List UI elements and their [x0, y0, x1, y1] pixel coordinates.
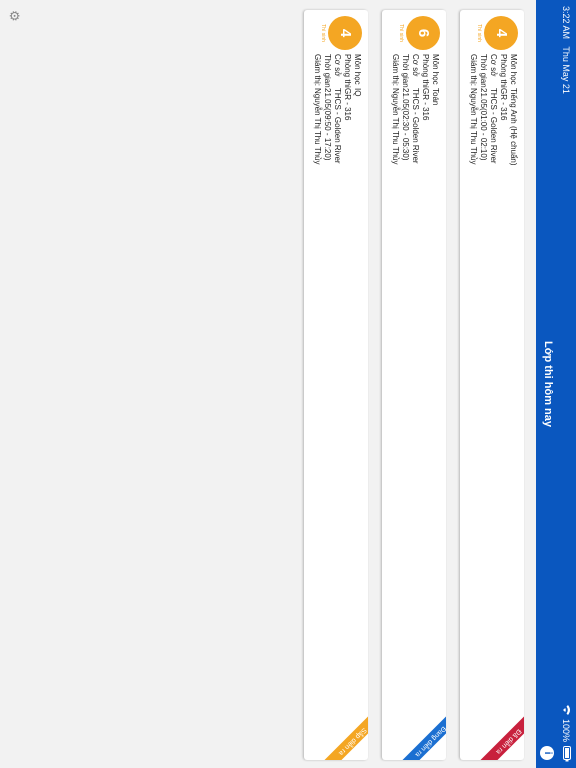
- campus-value: THCS - Golden River: [489, 88, 498, 164]
- status-ribbon: Đang diễn ra: [398, 712, 446, 760]
- exam-info: Môn học IQ Phòng thiGR - 316 Cơ sở THCS - …: [312, 54, 362, 165]
- campus-row: Cơ sở THCS - Golden River: [410, 54, 420, 165]
- proctor-row: Giám thị:Nguyễn Thị Thu Thủy: [468, 54, 478, 166]
- status-bar: 3:22 AM Thu May 21 100%: [556, 0, 576, 768]
- time-label: Thời gian: [323, 54, 332, 88]
- time-value: 21.05(02:30 - 05:30): [401, 88, 410, 161]
- rotated-screen: 3:22 AM Thu May 21 100% Lớp thi hôm nay …: [0, 0, 576, 768]
- room-row: Phòng thiGR - 316: [342, 54, 352, 165]
- student-count-badge: 6: [406, 16, 440, 50]
- campus-label: Cơ sở: [489, 54, 498, 77]
- exam-card[interactable]: 6 Thí sinh Môn học Toán Phòng thiGR - 316…: [382, 10, 446, 760]
- status-ribbon: Sắp diễn ra: [320, 712, 368, 760]
- campus-row: Cơ sở THCS - Golden River: [488, 54, 498, 166]
- status-ribbon-wrap: Sắp diễn ra: [304, 712, 368, 760]
- time-value: 21.05(01:00 - 02:10): [479, 88, 488, 161]
- student-count-badge: 4: [328, 16, 362, 50]
- battery-icon: [561, 746, 571, 762]
- room-value: GR - 316: [499, 88, 508, 121]
- gear-icon[interactable]: ⚙: [7, 10, 22, 24]
- time-label: Thời gian: [401, 54, 410, 88]
- page-title: Lớp thi hôm nay: [542, 340, 554, 428]
- room-value: GR - 316: [421, 88, 430, 121]
- proctor-label: Giám thị:: [313, 54, 322, 87]
- proctor-label: Giám thị:: [469, 54, 478, 87]
- info-icon[interactable]: i: [540, 746, 554, 760]
- time-value: 21.05(09:50 - 17:20): [323, 88, 332, 161]
- subject-value: Tiếng Anh (Hệ chuẩn): [509, 88, 518, 166]
- room-row: Phòng thiGR - 316: [420, 54, 430, 165]
- status-right: 100%: [561, 704, 571, 762]
- campus-row: Cơ sở THCS - Golden River: [332, 54, 342, 165]
- battery-percent: 100%: [561, 718, 571, 742]
- exam-info: Môn học Toán Phòng thiGR - 316 Cơ sở THCS …: [390, 54, 440, 165]
- app-bar: Lớp thi hôm nay i: [536, 0, 556, 768]
- subject-label: Môn học: [353, 54, 362, 85]
- campus-label: Cơ sở: [411, 54, 420, 77]
- subject-row: Môn học Toán: [430, 54, 440, 165]
- proctor-value: Nguyễn Thị Thu Thủy: [469, 88, 478, 165]
- room-label: Phòng thi: [499, 54, 508, 88]
- exam-card[interactable]: 4 Thí sinh Môn học IQ Phòng thiGR - 316 C…: [304, 10, 368, 760]
- subject-row: Môn học IQ: [352, 54, 362, 165]
- status-ribbon: Đã diễn ra: [476, 712, 524, 760]
- status-time: 3:22 AM: [561, 6, 571, 40]
- status-date: Thu May 21: [561, 46, 571, 94]
- proctor-row: Giám thị:Nguyễn Thị Thu Thủy: [312, 54, 322, 165]
- wifi-icon: [561, 704, 571, 715]
- status-time-date: 3:22 AM Thu May 21: [561, 6, 571, 94]
- room-label: Phòng thi: [421, 54, 430, 88]
- status-ribbon-wrap: Đã diễn ra: [460, 712, 524, 760]
- subject-label: Môn học: [431, 54, 440, 85]
- room-row: Phòng thiGR - 316: [498, 54, 508, 166]
- campus-value: THCS - Golden River: [411, 88, 420, 164]
- status-ribbon-wrap: Đang diễn ra: [382, 712, 446, 760]
- time-row: Thời gian21.05(09:50 - 17:20): [322, 54, 332, 165]
- room-value: GR - 316: [343, 88, 352, 121]
- proctor-label: Giám thị:: [391, 54, 400, 87]
- campus-value: THCS - Golden River: [333, 88, 342, 164]
- subject-value: Toán: [431, 88, 440, 106]
- proctor-row: Giám thị:Nguyễn Thị Thu Thủy: [390, 54, 400, 165]
- subject-value: IQ: [353, 88, 362, 97]
- proctor-value: Nguyễn Thị Thu Thủy: [391, 88, 400, 165]
- time-label: Thời gian: [479, 54, 488, 88]
- student-count-label: Thí sinh: [320, 24, 326, 42]
- proctor-value: Nguyễn Thị Thu Thủy: [313, 88, 322, 165]
- subject-row: Môn học Tiếng Anh (Hệ chuẩn): [508, 54, 518, 166]
- campus-label: Cơ sở: [333, 54, 342, 77]
- subject-label: Môn học: [509, 54, 518, 85]
- time-row: Thời gian21.05(01:00 - 02:10): [478, 54, 488, 166]
- time-row: Thời gian21.05(02:30 - 05:30): [400, 54, 410, 165]
- student-count-label: Thí sinh: [398, 24, 404, 42]
- student-count-badge: 4: [484, 16, 518, 50]
- student-count-label: Thí sinh: [476, 24, 482, 42]
- exam-info: Môn học Tiếng Anh (Hệ chuẩn) Phòng thiGR …: [468, 54, 518, 166]
- exam-card[interactable]: 4 Thí sinh Môn học Tiếng Anh (Hệ chuẩn) P…: [460, 10, 524, 760]
- room-label: Phòng thi: [343, 54, 352, 88]
